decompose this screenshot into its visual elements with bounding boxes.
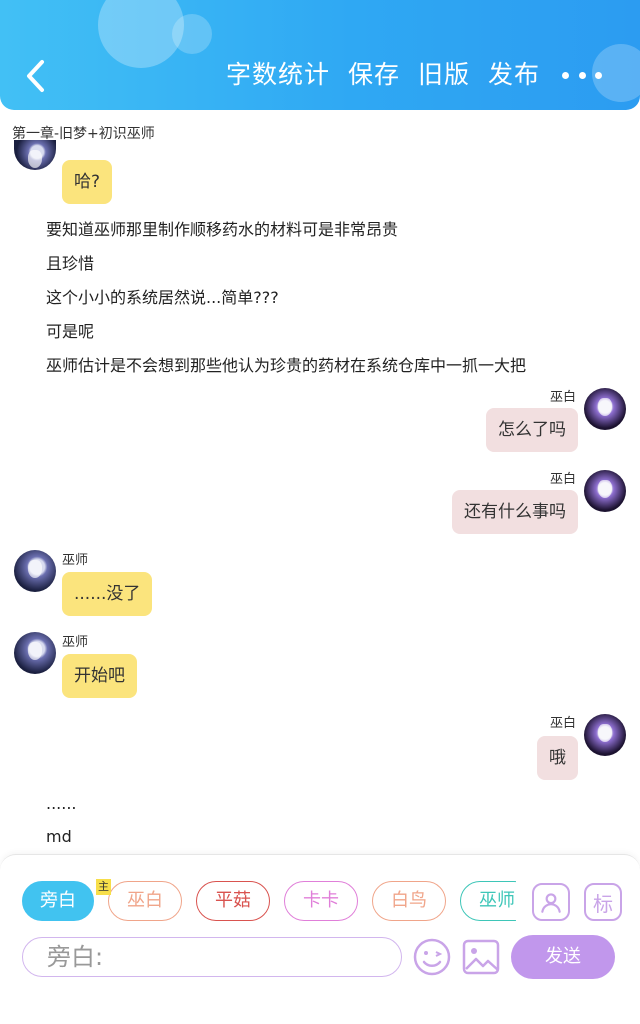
decor-bubble: [172, 14, 212, 54]
top-bar: 字数统计 保存 旧版 发布: [0, 0, 640, 110]
narration-text: 巫师估计是不会想到那些他认为珍贵的药材在系统仓库中一抓一大把: [46, 356, 527, 375]
word-count-button[interactable]: 字数统计: [226, 58, 330, 92]
header-actions: 字数统计 保存 旧版 发布: [226, 58, 558, 92]
narration-text: 且珍惜: [46, 254, 95, 273]
message-input[interactable]: [22, 937, 402, 977]
main-role-tag: 主: [96, 879, 111, 895]
sender-name: 巫师: [62, 553, 89, 568]
role-chip[interactable]: 平菇: [196, 881, 270, 921]
sender-name: 巫白: [550, 390, 577, 405]
message-bubble[interactable]: 怎么了吗: [486, 408, 578, 452]
narration-text: ......: [46, 794, 77, 813]
avatar: [14, 550, 56, 592]
narration-text: 可是呢: [46, 322, 95, 341]
more-icon[interactable]: [562, 62, 602, 88]
narration-text: 这个小小的系统居然说...简单???: [46, 288, 279, 307]
role-chip[interactable]: 卡卡: [284, 881, 358, 921]
add-role-icon[interactable]: [532, 883, 570, 921]
role-chip[interactable]: 白鸟: [372, 881, 446, 921]
emoji-icon[interactable]: [412, 937, 452, 977]
message-bubble[interactable]: 哈?: [62, 160, 113, 204]
sender-name: 巫师: [62, 635, 89, 650]
narration-text: md: [46, 827, 72, 846]
role-chip[interactable]: 巫师: [460, 881, 516, 921]
composer-panel: 旁白 巫白 平菇 卡卡 白鸟 巫师 主 标 发送: [0, 854, 640, 1024]
back-icon[interactable]: [18, 56, 54, 96]
message-bubble[interactable]: 哦: [537, 736, 578, 780]
publish-button[interactable]: 发布: [488, 58, 540, 92]
message-bubble[interactable]: 还有什么事吗: [452, 490, 578, 534]
sender-name: 巫白: [550, 716, 577, 731]
mark-button[interactable]: 标: [584, 883, 622, 921]
role-chip[interactable]: 巫白: [108, 881, 182, 921]
message-bubble[interactable]: 开始吧: [62, 654, 137, 698]
save-button[interactable]: 保存: [348, 58, 400, 92]
avatar: [14, 140, 56, 170]
role-chip[interactable]: 旁白: [22, 881, 94, 921]
avatar: [14, 632, 56, 674]
avatar: [584, 714, 626, 756]
narration-text: 要知道巫师那里制作顺移药水的材料可是非常昂贵: [46, 220, 399, 239]
chat-area[interactable]: 哈? 要知道巫师那里制作顺移药水的材料可是非常昂贵 且珍惜 这个小小的系统居然说…: [0, 140, 640, 850]
avatar: [584, 388, 626, 430]
sender-name: 巫白: [550, 472, 577, 487]
image-icon[interactable]: [462, 939, 500, 975]
old-version-button[interactable]: 旧版: [418, 58, 470, 92]
message-bubble[interactable]: ......没了: [62, 572, 153, 616]
send-button[interactable]: 发送: [511, 935, 615, 979]
avatar: [584, 470, 626, 512]
